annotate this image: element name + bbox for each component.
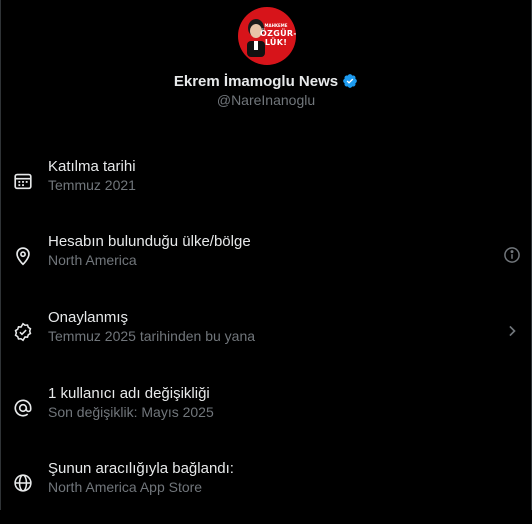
calendar-icon bbox=[14, 173, 32, 190]
info-row-username-changes: 1 kullanıcı adı değişikliği Son değişikl… bbox=[0, 385, 532, 449]
info-row-subtitle: North America bbox=[48, 252, 137, 268]
info-row-title: Katılma tarihi bbox=[48, 158, 136, 175]
avatar-slogan-line1: ÖZGÜR- bbox=[260, 29, 296, 38]
location-pin-icon bbox=[16, 247, 30, 266]
info-row-title: 1 kullanıcı adı değişikliği bbox=[48, 385, 210, 402]
chevron-right-icon[interactable] bbox=[502, 321, 522, 341]
username-handle: @NareInanoglu bbox=[216, 92, 316, 108]
info-icon[interactable] bbox=[502, 245, 522, 265]
info-row-join-date: Katılma tarihi Temmuz 2021 bbox=[0, 158, 532, 222]
display-name-row: Ekrem İmamoglu News bbox=[0, 70, 532, 92]
info-row-subtitle: North America App Store bbox=[48, 479, 203, 495]
info-row-title: Hesabın bulunduğu ülke/bölge bbox=[48, 233, 251, 250]
globe-icon bbox=[14, 474, 32, 492]
info-row-connected-via: Şunun aracılığıyla bağlandı: North Ameri… bbox=[0, 460, 532, 524]
avatar-slogan: MAHKEME ÖZGÜR- LÜK! bbox=[260, 23, 296, 47]
info-row-title: Onaylanmış bbox=[48, 309, 129, 326]
verified-badge-icon[interactable] bbox=[342, 73, 358, 89]
at-sign-icon bbox=[14, 399, 32, 417]
info-row-subtitle: Temmuz 2021 bbox=[48, 177, 136, 193]
info-row-subtitle: Temmuz 2025 tarihinden bu yana bbox=[48, 328, 256, 344]
verified-check-icon bbox=[14, 322, 32, 342]
info-row-subtitle: Son değişiklik: Mayıs 2025 bbox=[48, 404, 214, 420]
info-row-verified[interactable]: Onaylanmış Temmuz 2025 tarihinden bu yan… bbox=[0, 309, 532, 373]
profile-header: MAHKEME ÖZGÜR- LÜK! Ekrem İmamoglu News … bbox=[0, 0, 532, 130]
avatar[interactable]: MAHKEME ÖZGÜR- LÜK! bbox=[238, 7, 296, 65]
info-row-title: Şunun aracılığıyla bağlandı: bbox=[48, 460, 234, 477]
display-name[interactable]: Ekrem İmamoglu News bbox=[174, 73, 338, 90]
avatar-slogan-line2: LÜK! bbox=[264, 38, 288, 47]
info-row-location: Hesabın bulunduğu ülke/bölge North Ameri… bbox=[0, 233, 532, 297]
